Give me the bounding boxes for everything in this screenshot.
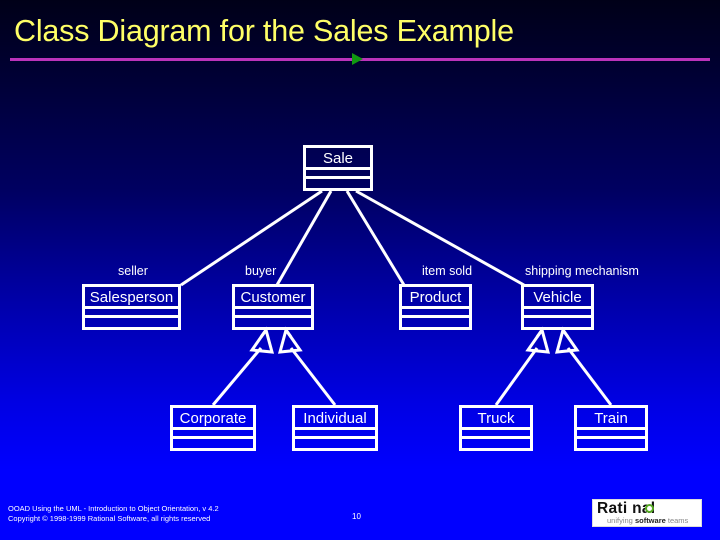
class-box-train[interactable]: Train bbox=[574, 405, 648, 451]
association-sale-customer bbox=[275, 190, 333, 286]
association-sale-product bbox=[345, 190, 406, 286]
class-attributes-sale bbox=[306, 170, 370, 179]
role-label-buyer: buyer bbox=[245, 264, 277, 278]
class-name-salesperson: Salesperson bbox=[85, 287, 178, 309]
class-operations-customer bbox=[235, 318, 311, 327]
generalization-arrowhead-train bbox=[554, 326, 580, 354]
page-title: Class Diagram for the Sales Example bbox=[14, 14, 514, 48]
class-attributes-train bbox=[577, 430, 645, 439]
class-box-individual[interactable]: Individual bbox=[292, 405, 378, 451]
role-label-item-sold: item sold bbox=[422, 264, 473, 278]
class-box-truck[interactable]: Truck bbox=[459, 405, 533, 451]
class-operations-vehicle bbox=[524, 318, 591, 327]
role-label-seller: seller bbox=[118, 264, 148, 278]
class-box-salesperson[interactable]: Salesperson bbox=[82, 284, 181, 330]
class-operations-corporate bbox=[173, 439, 253, 448]
class-name-individual: Individual bbox=[295, 408, 375, 430]
class-name-truck: Truck bbox=[462, 408, 530, 430]
page-number: 10 bbox=[352, 512, 361, 521]
generalization-arrowhead-truck bbox=[525, 326, 551, 354]
class-name-train: Train bbox=[577, 408, 645, 430]
class-box-corporate[interactable]: Corporate bbox=[170, 405, 256, 451]
footer-line-2: Copyright © 1998-1999 Rational Software,… bbox=[8, 513, 211, 523]
generalization-truck-vehicle bbox=[494, 347, 539, 406]
class-name-corporate: Corporate bbox=[173, 408, 253, 430]
class-attributes-truck bbox=[462, 430, 530, 439]
role-label-shipping-mechanism: shipping mechanism bbox=[525, 264, 639, 278]
logo-tagline-part-3: teams bbox=[665, 516, 689, 525]
logo-tagline-part-1: unifying bbox=[607, 516, 635, 525]
class-attributes-salesperson bbox=[85, 309, 178, 318]
generalization-individual-customer bbox=[289, 347, 337, 406]
footer-line-1: OOAD Using the UML - Introduction to Obj… bbox=[8, 504, 219, 513]
class-operations-train bbox=[577, 439, 645, 448]
generalization-train-vehicle bbox=[566, 347, 613, 406]
class-box-sale[interactable]: Sale bbox=[303, 145, 373, 191]
class-name-customer: Customer bbox=[235, 287, 311, 309]
class-name-vehicle: Vehicle bbox=[524, 287, 591, 309]
title-block: Class Diagram for the Sales Example bbox=[0, 0, 720, 72]
class-attributes-product bbox=[402, 309, 469, 318]
generalization-arrowhead-corporate bbox=[249, 326, 275, 354]
footer-credits: OOAD Using the UML - Introduction to Obj… bbox=[8, 504, 219, 523]
gen-stem-truck bbox=[535, 329, 544, 338]
class-attributes-individual bbox=[295, 430, 375, 439]
class-box-customer[interactable]: Customer bbox=[232, 284, 314, 330]
class-name-product: Product bbox=[402, 287, 469, 309]
generalization-arrowhead-individual bbox=[277, 326, 303, 354]
logo-circle-icon bbox=[645, 504, 654, 513]
class-operations-individual bbox=[295, 439, 375, 448]
class-operations-salesperson bbox=[85, 318, 178, 327]
gen-stem-individual bbox=[284, 329, 293, 338]
class-box-vehicle[interactable]: Vehicle bbox=[521, 284, 594, 330]
slide-canvas: Class Diagram for the Sales Example sell… bbox=[0, 0, 720, 540]
generalization-corporate-customer bbox=[211, 347, 263, 406]
class-operations-truck bbox=[462, 439, 530, 448]
logo-tagline: unifying software teams bbox=[607, 516, 688, 525]
class-attributes-vehicle bbox=[524, 309, 591, 318]
class-box-product[interactable]: Product bbox=[399, 284, 472, 330]
class-name-sale: Sale bbox=[306, 148, 370, 170]
gen-stem-corporate bbox=[259, 329, 268, 338]
logo-tagline-part-2: software bbox=[634, 516, 666, 525]
class-operations-sale bbox=[306, 179, 370, 188]
class-operations-product bbox=[402, 318, 469, 327]
gen-stem-train bbox=[561, 329, 570, 338]
play-triangle-icon bbox=[352, 53, 363, 65]
rational-logo: Rati nal unifying software teams bbox=[592, 499, 702, 527]
class-attributes-corporate bbox=[173, 430, 253, 439]
class-attributes-customer bbox=[235, 309, 311, 318]
